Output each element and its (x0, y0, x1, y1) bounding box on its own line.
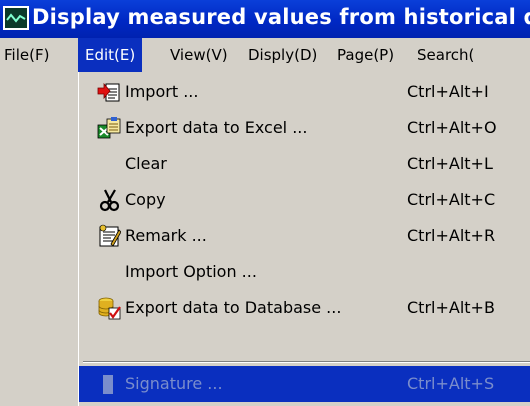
menu-item-clear[interactable]: Clear Ctrl+Alt+L (79, 146, 530, 182)
window-title: Display measured values from historical … (32, 5, 530, 29)
signature-icon (97, 372, 121, 396)
menu-item-remark[interactable]: Remark ... Ctrl+Alt+R (79, 218, 530, 254)
menu-edit[interactable]: Edit(E) (78, 38, 143, 72)
menu-item-export-excel[interactable]: Export data to Excel ... Ctrl+Alt+O (79, 110, 530, 146)
menu-item-export-database[interactable]: Export data to Database ... Ctrl+Alt+B (79, 290, 530, 326)
excel-export-icon (97, 116, 121, 140)
menu-item-shortcut: Ctrl+Alt+O (407, 118, 497, 137)
menu-display[interactable]: Disply(D) (248, 38, 317, 72)
menu-item-shortcut: Ctrl+Alt+B (407, 298, 495, 317)
edit-menu-dropdown: Import ... Ctrl+Alt+I Export data to Exc… (78, 72, 530, 406)
menu-search[interactable]: Search( (417, 38, 474, 72)
menu-item-copy[interactable]: Copy Ctrl+Alt+C (79, 182, 530, 218)
menu-item-shortcut: Ctrl+Alt+L (407, 154, 493, 173)
scissors-icon (97, 188, 121, 212)
menu-separator (83, 361, 530, 363)
menu-item-label: Remark ... (125, 226, 207, 245)
app-chart-icon[interactable] (3, 6, 29, 30)
menu-bar: File(F) Edit(E) View(V) Disply(D) Page(P… (0, 38, 530, 72)
menu-item-label: Clear (125, 154, 167, 173)
remark-icon (97, 224, 122, 248)
menu-item-shortcut: Ctrl+Alt+C (407, 190, 496, 209)
menu-page[interactable]: Page(P) (337, 38, 394, 72)
menu-item-label: Import Option ... (125, 262, 257, 281)
title-bar: Display measured values from historical … (0, 0, 530, 38)
import-icon (97, 80, 121, 104)
menu-item-shortcut: Ctrl+Alt+S (407, 374, 495, 393)
menu-item-label: Signature ... (125, 374, 223, 393)
menu-item-shortcut: Ctrl+Alt+I (407, 82, 489, 101)
database-export-icon (97, 296, 121, 320)
menu-item-label: Import ... (125, 82, 199, 101)
menu-file[interactable]: File(F) (4, 38, 49, 72)
menu-item-import[interactable]: Import ... Ctrl+Alt+I (79, 74, 530, 110)
menu-item-label: Export data to Database ... (125, 298, 342, 317)
menu-item-signature[interactable]: Signature ... Ctrl+Alt+S (79, 366, 530, 402)
menu-item-label: Copy (125, 190, 166, 209)
menu-item-shortcut: Ctrl+Alt+R (407, 226, 496, 245)
menu-item-label: Export data to Excel ... (125, 118, 308, 137)
menu-view[interactable]: View(V) (170, 38, 228, 72)
menu-item-import-option[interactable]: Import Option ... (79, 254, 530, 290)
